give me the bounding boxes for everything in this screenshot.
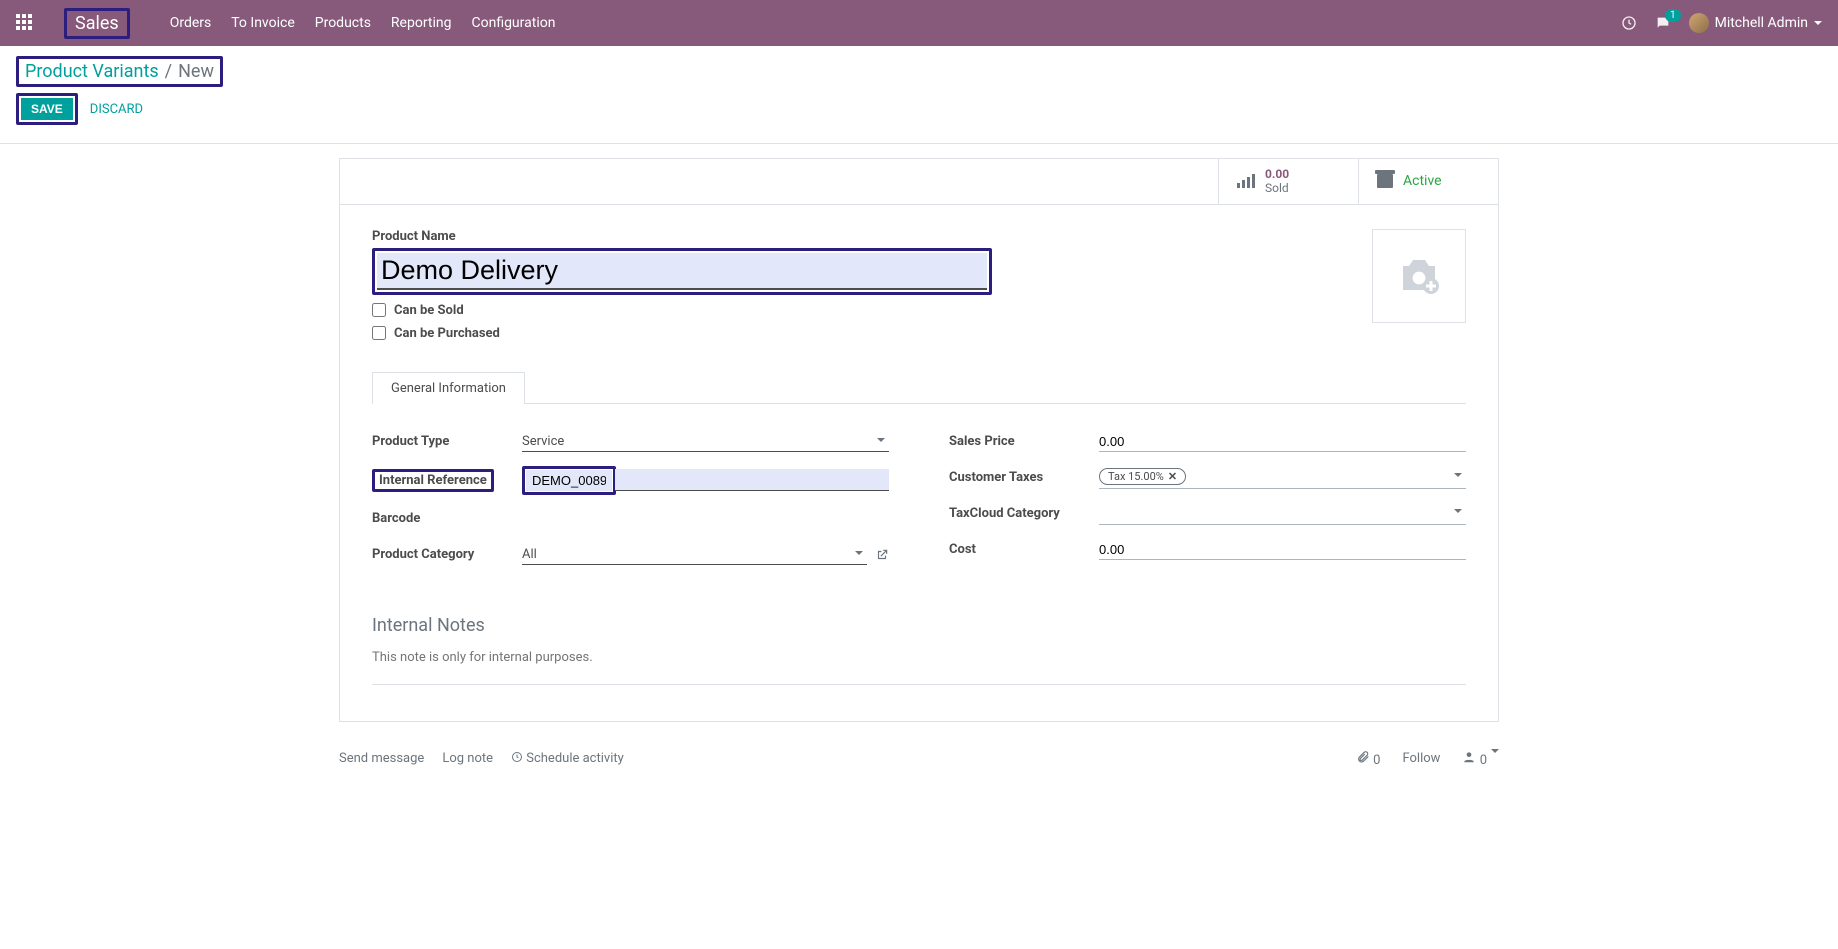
- sales-price-input[interactable]: [1099, 432, 1466, 452]
- avatar: [1689, 13, 1709, 33]
- product-name-input[interactable]: [377, 253, 987, 290]
- barcode-input[interactable]: [522, 511, 889, 526]
- stat-active-button[interactable]: Active: [1358, 159, 1498, 204]
- follow-button[interactable]: Follow: [1402, 751, 1440, 766]
- messages-count: 1: [1665, 9, 1681, 22]
- bars-icon: [1237, 174, 1255, 188]
- sales-price-label: Sales Price: [949, 434, 1099, 449]
- nav-orders[interactable]: Orders: [170, 15, 212, 31]
- breadcrumb-sep: /: [165, 61, 172, 82]
- apps-icon[interactable]: [16, 14, 34, 32]
- clock-icon[interactable]: [1621, 15, 1637, 31]
- internal-notes-input[interactable]: [372, 646, 1466, 685]
- chevron-down-icon: [1454, 509, 1462, 513]
- product-name-block: Product Name: [372, 229, 1466, 295]
- attachment-icon: [1356, 750, 1370, 764]
- tax-tag: Tax 15.00% ✕: [1099, 468, 1186, 485]
- nav-right: 1 Mitchell Admin: [1621, 13, 1822, 33]
- nav-configuration[interactable]: Configuration: [471, 15, 555, 31]
- nav-products[interactable]: Products: [315, 15, 371, 31]
- user-menu[interactable]: Mitchell Admin: [1689, 13, 1822, 33]
- sold-value: 0.00: [1265, 167, 1289, 181]
- action-row: SAVE DISCARD: [16, 93, 1822, 125]
- internal-reference-input[interactable]: [526, 470, 612, 491]
- breadcrumb-current: New: [178, 61, 214, 82]
- right-column: Sales Price Customer Taxes Tax 15.00% ✕: [949, 430, 1466, 579]
- nav-to-invoice[interactable]: To Invoice: [231, 15, 295, 31]
- breadcrumb-parent[interactable]: Product Variants: [25, 61, 159, 82]
- tax-tag-label: Tax 15.00%: [1108, 470, 1164, 483]
- stat-sold-button[interactable]: 0.00 Sold: [1218, 159, 1358, 204]
- cost-label: Cost: [949, 542, 1099, 557]
- followers-button[interactable]: 0: [1462, 750, 1499, 768]
- form-sheet: 0.00 Sold Active Product Name: [339, 158, 1499, 722]
- stat-buttons: 0.00 Sold Active: [340, 159, 1498, 205]
- schedule-activity-button[interactable]: Schedule activity: [511, 751, 624, 766]
- tab-general-information[interactable]: General Information: [372, 372, 525, 404]
- chevron-down-icon: [1454, 473, 1462, 477]
- send-message-button[interactable]: Send message: [339, 751, 424, 766]
- taxcloud-category-field[interactable]: [1099, 503, 1466, 525]
- nav-reporting[interactable]: Reporting: [391, 15, 452, 31]
- person-icon: [1462, 750, 1476, 764]
- tax-tag-remove[interactable]: ✕: [1168, 470, 1177, 483]
- camera-icon: [1389, 252, 1449, 300]
- chatter-bar: Send message Log note Schedule activity …: [329, 750, 1509, 788]
- can-be-purchased-label[interactable]: Can be Purchased: [394, 326, 500, 341]
- sold-label: Sold: [1265, 181, 1289, 195]
- chevron-down-icon: [1491, 749, 1499, 768]
- can-be-purchased-row: Can be Purchased: [372, 326, 1466, 341]
- product-name-label: Product Name: [372, 229, 1466, 244]
- log-note-button[interactable]: Log note: [442, 751, 493, 766]
- can-be-purchased-checkbox[interactable]: [372, 326, 386, 340]
- external-link-icon[interactable]: [875, 548, 889, 562]
- customer-taxes-label: Customer Taxes: [949, 470, 1099, 485]
- customer-taxes-field[interactable]: Tax 15.00% ✕: [1099, 467, 1466, 489]
- attachments-button[interactable]: 0: [1356, 750, 1381, 768]
- taxcloud-category-label: TaxCloud Category: [949, 506, 1099, 521]
- header-divider: [0, 143, 1838, 144]
- product-category-label: Product Category: [372, 547, 522, 562]
- clock-icon: [511, 751, 523, 763]
- internal-notes-heading: Internal Notes: [372, 615, 1466, 636]
- product-image-upload[interactable]: [1372, 229, 1466, 323]
- save-button[interactable]: SAVE: [21, 98, 73, 120]
- cost-input[interactable]: [1099, 540, 1466, 560]
- can-be-sold-label[interactable]: Can be Sold: [394, 303, 464, 318]
- chevron-down-icon: [1814, 21, 1822, 25]
- can-be-sold-row: Can be Sold: [372, 303, 1466, 318]
- breadcrumb: Product Variants / New: [16, 56, 223, 87]
- internal-reference-label: Internal Reference: [372, 469, 494, 492]
- barcode-label: Barcode: [372, 511, 522, 526]
- active-label: Active: [1403, 173, 1442, 189]
- can-be-sold-checkbox[interactable]: [372, 303, 386, 317]
- product-type-label: Product Type: [372, 434, 522, 449]
- sub-header: Product Variants / New SAVE DISCARD: [0, 46, 1838, 133]
- form-grid: Product Type Service Internal Reference: [372, 430, 1466, 579]
- messages-icon[interactable]: 1: [1655, 15, 1671, 31]
- product-type-select[interactable]: Service: [522, 432, 889, 452]
- left-column: Product Type Service Internal Reference: [372, 430, 889, 579]
- discard-button[interactable]: DISCARD: [90, 102, 143, 117]
- nav-links: Orders To Invoice Products Reporting Con…: [170, 15, 556, 31]
- tabs: General Information: [372, 371, 1466, 404]
- top-nav: Sales Orders To Invoice Products Reporti…: [0, 0, 1838, 46]
- product-category-select[interactable]: All: [522, 545, 867, 565]
- archive-icon: [1377, 174, 1393, 188]
- app-brand[interactable]: Sales: [64, 8, 130, 39]
- user-name: Mitchell Admin: [1715, 15, 1808, 31]
